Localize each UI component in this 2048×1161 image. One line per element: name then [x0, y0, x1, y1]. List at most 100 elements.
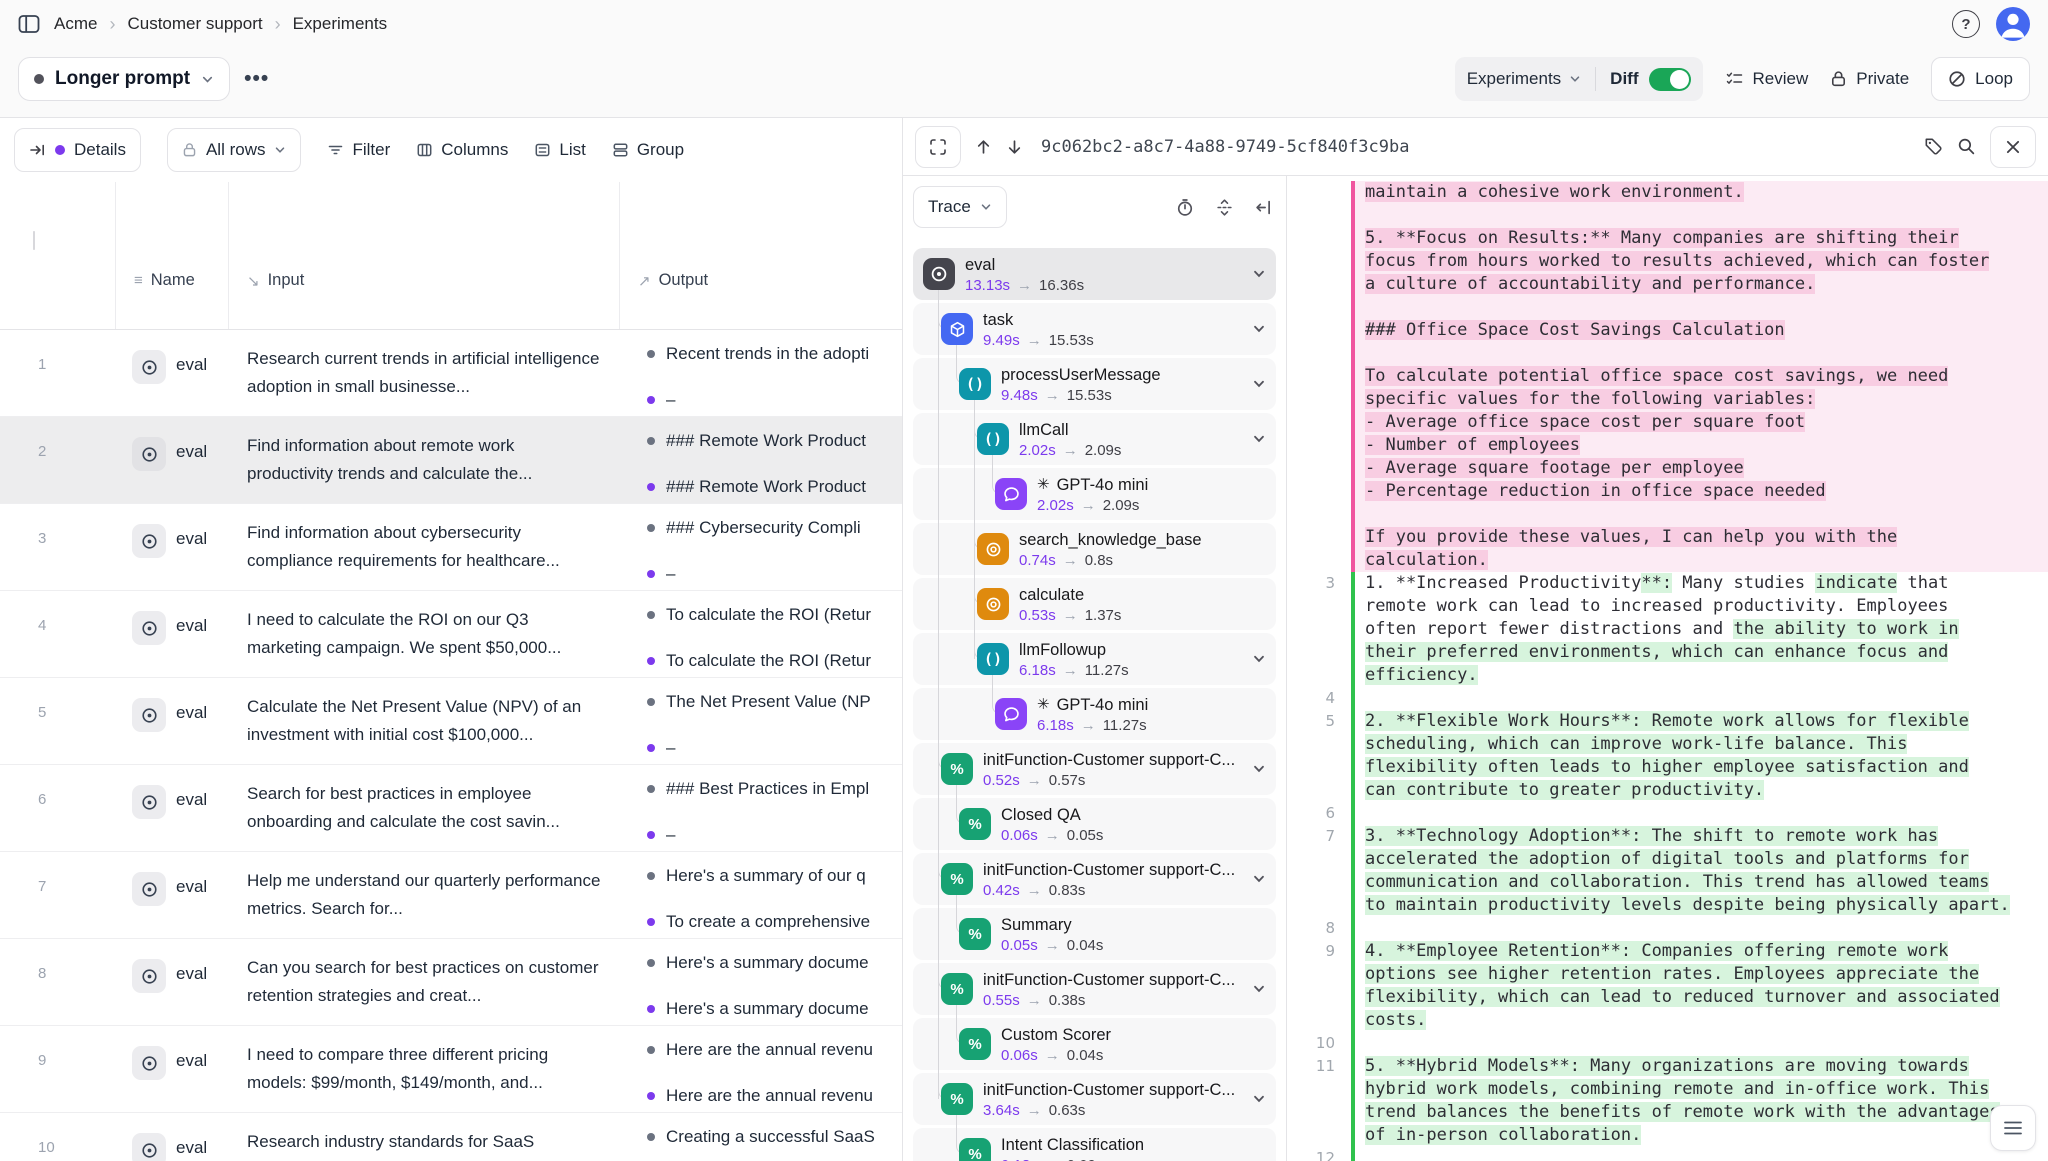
experiments-view-label: Experiments	[1467, 69, 1561, 89]
close-panel-button[interactable]	[1990, 126, 2036, 168]
arrow-right-icon: →	[1045, 1157, 1060, 1161]
columns-button[interactable]: Columns	[416, 140, 508, 160]
trace-tree-row[interactable]: %initFunction-Customer support-C...3.64s…	[913, 1073, 1276, 1125]
duration-a: 0.06s	[1001, 827, 1038, 844]
line-text: - Average square footage per employee	[1355, 457, 2048, 480]
line-number: 7	[1287, 825, 1351, 848]
score-span-icon: %	[941, 973, 973, 1005]
previous-row-button[interactable]	[975, 138, 992, 156]
eval-span-icon	[132, 437, 166, 471]
duration-b: 0.8s	[1085, 552, 1113, 569]
span-name: eval	[965, 255, 1084, 275]
experiment-selector[interactable]: Longer prompt	[18, 57, 230, 101]
span-name: llmCall	[1019, 420, 1121, 440]
breadcrumb-org[interactable]: Acme	[54, 14, 97, 34]
experiments-view-dropdown[interactable]: Experiments	[1467, 69, 1581, 89]
trace-tree-row[interactable]: %initFunction-Customer support-C...0.42s…	[913, 853, 1276, 905]
column-header-name[interactable]: ≡ Name	[116, 182, 229, 329]
trace-tree-row[interactable]: % Intent Classification0.13s→0.09s	[913, 1128, 1276, 1161]
table-row[interactable]: 9evalI need to compare three different p…	[0, 1026, 902, 1113]
all-rows-dropdown[interactable]: All rows	[167, 128, 302, 172]
expand-all-button[interactable]	[1216, 198, 1233, 217]
select-all-checkbox[interactable]	[33, 231, 35, 250]
breadcrumb-section[interactable]: Experiments	[293, 14, 387, 34]
output-line: Creating a successful SaaS	[647, 1127, 903, 1147]
trace-tree-row[interactable]: %initFunction-Customer support-C...0.55s…	[913, 963, 1276, 1015]
tool-span-icon	[977, 533, 1009, 565]
span-info: llmFollowup6.18s→11.27s	[1019, 640, 1129, 679]
avatar[interactable]	[1996, 7, 2030, 41]
score-span-icon: %	[959, 1138, 991, 1161]
chevron-down-icon	[1252, 982, 1266, 996]
column-header-input[interactable]: ↘ Input	[229, 182, 620, 329]
eval-span-icon	[132, 1046, 166, 1080]
table-row[interactable]: 7evalHelp me understand our quarterly pe…	[0, 852, 902, 939]
review-button[interactable]: Review	[1725, 69, 1809, 89]
sidebar-toggle-icon[interactable]	[18, 14, 40, 34]
table-row[interactable]: 5evalCalculate the Net Present Value (NP…	[0, 678, 902, 765]
span-name: initFunction-Customer support-C...	[983, 860, 1235, 880]
diff-toggle[interactable]	[1649, 68, 1691, 91]
output-text: –	[666, 825, 675, 845]
table-row[interactable]: 6evalSearch for best practices in employ…	[0, 765, 902, 852]
trace-tree-row[interactable]: %Custom Scorer0.06s→0.04s	[913, 1018, 1276, 1070]
table-row[interactable]: 3evalFind information about cybersecurit…	[0, 504, 902, 591]
format-menu-button[interactable]	[1990, 1105, 2036, 1151]
trace-tree-row[interactable]: calculate0.53s→1.37s	[913, 578, 1276, 630]
expand-fullscreen-button[interactable]	[915, 126, 961, 168]
collapse-panel-button[interactable]	[1255, 199, 1272, 216]
search-button[interactable]	[1957, 137, 1976, 156]
trace-tree-row[interactable]: eval13.13s→16.36s	[913, 248, 1276, 300]
tag-button[interactable]	[1924, 137, 1943, 156]
trace-tree-row[interactable]: ()llmFollowup6.18s→11.27s	[913, 633, 1276, 685]
trace-tree-row[interactable]: ✳GPT-4o mini6.18s→11.27s	[913, 688, 1276, 740]
table-row[interactable]: 10evalResearch industry standards for Sa…	[0, 1113, 902, 1161]
line-text: - Percentage reduction in office space n…	[1355, 480, 2048, 503]
trace-tree-row[interactable]: task9.49s→15.53s	[913, 303, 1276, 355]
span-durations: 6.18s→11.27s	[1019, 662, 1129, 679]
breadcrumb-project[interactable]: Customer support	[127, 14, 262, 34]
table-row[interactable]: 4evalI need to calculate the ROI on our …	[0, 591, 902, 678]
row-name-cell: eval	[116, 504, 229, 590]
line-text: can contribute to greater productivity.	[1355, 779, 2048, 802]
row-output: ### Best Practices in Empl–	[620, 765, 903, 851]
filter-button[interactable]: Filter	[327, 140, 390, 160]
line-text: efficiency.	[1355, 664, 2048, 687]
trace-tree-row[interactable]: ✳GPT-4o mini2.02s→2.09s	[913, 468, 1276, 520]
duration-b: 2.09s	[1085, 442, 1122, 459]
more-menu-icon[interactable]: •••	[244, 67, 269, 91]
diff-added-line: costs.	[1287, 1009, 2048, 1032]
output-line: –	[647, 564, 903, 584]
trace-tree-row[interactable]: %initFunction-Customer support-C...0.52s…	[913, 743, 1276, 795]
line-number: 5	[1287, 710, 1351, 733]
row-number: 4	[0, 591, 116, 677]
details-button[interactable]: Details	[14, 128, 141, 172]
output-line: The Net Present Value (NP	[647, 692, 903, 712]
span-info: Custom Scorer0.06s→0.04s	[1001, 1025, 1111, 1064]
table-row[interactable]: 2evalFind information about remote work …	[0, 417, 902, 504]
table-row[interactable]: 1evalResearch current trends in artifici…	[0, 330, 902, 417]
trace-tree-row[interactable]: search_knowledge_base0.74s→0.8s	[913, 523, 1276, 575]
group-button[interactable]: Group	[612, 140, 684, 160]
span-info: Intent Classification0.13s→0.09s	[1001, 1135, 1144, 1161]
list-button[interactable]: List	[534, 140, 585, 160]
row-output: Here's a summary documeHere's a summary …	[620, 939, 903, 1025]
output-text: Here's a summary docume	[666, 999, 869, 1019]
diff-removed-line: - Number of employees	[1287, 434, 2048, 457]
row-input: I need to calculate the ROI on our Q3 ma…	[229, 591, 620, 671]
row-name: eval	[176, 437, 207, 462]
table-row[interactable]: 8evalCan you search for best practices o…	[0, 939, 902, 1026]
trace-tree-row[interactable]: ()llmCall2.02s→2.09s	[913, 413, 1276, 465]
help-icon[interactable]: ?	[1952, 10, 1980, 38]
loop-button[interactable]: Loop	[1931, 57, 2030, 101]
trace-tree-row[interactable]: %Summary0.05s→0.04s	[913, 908, 1276, 960]
row-input: Search for best practices in employee on…	[229, 765, 620, 845]
trace-tree-row[interactable]: %Closed QA0.06s→0.05s	[913, 798, 1276, 850]
trace-tree-row[interactable]: ()processUserMessage9.48s→15.53s	[913, 358, 1276, 410]
next-row-button[interactable]	[1006, 138, 1023, 156]
duration-a: 13.13s	[965, 277, 1010, 294]
timing-button[interactable]	[1176, 198, 1194, 217]
private-button[interactable]: Private	[1830, 69, 1909, 89]
column-header-output[interactable]: ↗ Output	[620, 182, 903, 329]
trace-view-dropdown[interactable]: Trace	[913, 186, 1007, 228]
